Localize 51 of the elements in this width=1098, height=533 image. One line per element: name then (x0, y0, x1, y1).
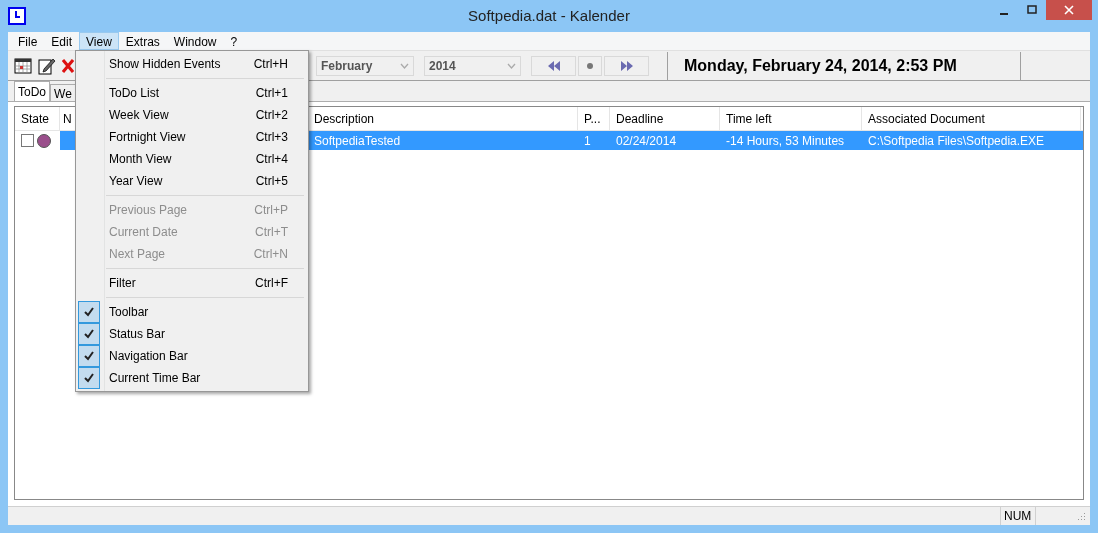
close-icon (1064, 5, 1074, 15)
menu-item[interactable]: View (79, 32, 119, 50)
menu-option[interactable]: Toolbar (76, 301, 308, 323)
maximize-icon (1027, 5, 1037, 15)
today-button[interactable] (578, 55, 602, 76)
menu-option[interactable]: Navigation Bar (76, 345, 308, 367)
edit-icon[interactable] (38, 56, 56, 75)
minimize-icon (1000, 13, 1008, 15)
previous-button[interactable] (531, 55, 576, 76)
table-cell-text: SoftpediaTested (313, 132, 402, 150)
chevron-down-icon (507, 62, 516, 69)
menu-item[interactable]: Extras (118, 32, 167, 50)
menu-item[interactable]: Edit (44, 32, 80, 50)
menu-option[interactable]: Filter Ctrl+F (76, 272, 308, 294)
column-header[interactable]: Associated Document (862, 107, 1081, 130)
menu-option[interactable]: Status Bar (76, 323, 308, 345)
next-button[interactable] (604, 55, 649, 76)
dot-icon (586, 61, 594, 70)
double-right-arrow-icon (619, 60, 634, 71)
double-left-arrow-icon (546, 60, 561, 71)
menu-option[interactable]: ToDo List Ctrl+1 (76, 82, 308, 104)
menu-item[interactable]: File (11, 32, 45, 50)
chevron-down-icon (400, 62, 409, 69)
menu-item[interactable]: Window (166, 32, 224, 50)
column-header[interactable]: State (15, 107, 60, 130)
row-checkbox[interactable] (21, 134, 34, 147)
year-dropdown[interactable]: 2014 (424, 55, 521, 76)
menu-option[interactable]: Year View Ctrl+5 (76, 170, 308, 192)
menu-option[interactable]: Week View Ctrl+2 (76, 104, 308, 126)
current-time-label: Monday, February 24, 2014, 2:53 PM (684, 55, 958, 76)
menu-item[interactable]: ? (223, 32, 245, 50)
month-dropdown[interactable]: February (316, 55, 414, 76)
window-title: Softpedia.dat - Kalender (468, 5, 630, 26)
column-header[interactable]: P... (578, 107, 610, 130)
clock-app-icon (8, 7, 26, 25)
tab[interactable]: ToDo (14, 81, 50, 101)
column-header[interactable]: Time left (720, 107, 862, 130)
menu-option[interactable]: Current Time Bar (76, 367, 308, 389)
calendar-icon[interactable] (14, 57, 32, 74)
column-header[interactable]: Deadline (610, 107, 720, 130)
resize-grip-icon[interactable] (1076, 511, 1086, 521)
table-cell-text: 02/24/2014 (615, 132, 678, 150)
num-lock-indicator: NUM (1000, 507, 1036, 525)
close-button[interactable] (1046, 0, 1092, 20)
table-cell-text: C:\Softpedia Files\Softpedia.EXE (867, 132, 1046, 150)
menu-option[interactable]: Month View Ctrl+4 (76, 148, 308, 170)
menu-option[interactable]: Show Hidden Events Ctrl+H (76, 53, 308, 75)
table-cell-text: -14 Hours, 53 Minutes (725, 132, 846, 150)
table-cell-text: 1 (583, 132, 592, 150)
delete-icon[interactable] (62, 58, 74, 73)
tab[interactable]: We (50, 84, 76, 101)
